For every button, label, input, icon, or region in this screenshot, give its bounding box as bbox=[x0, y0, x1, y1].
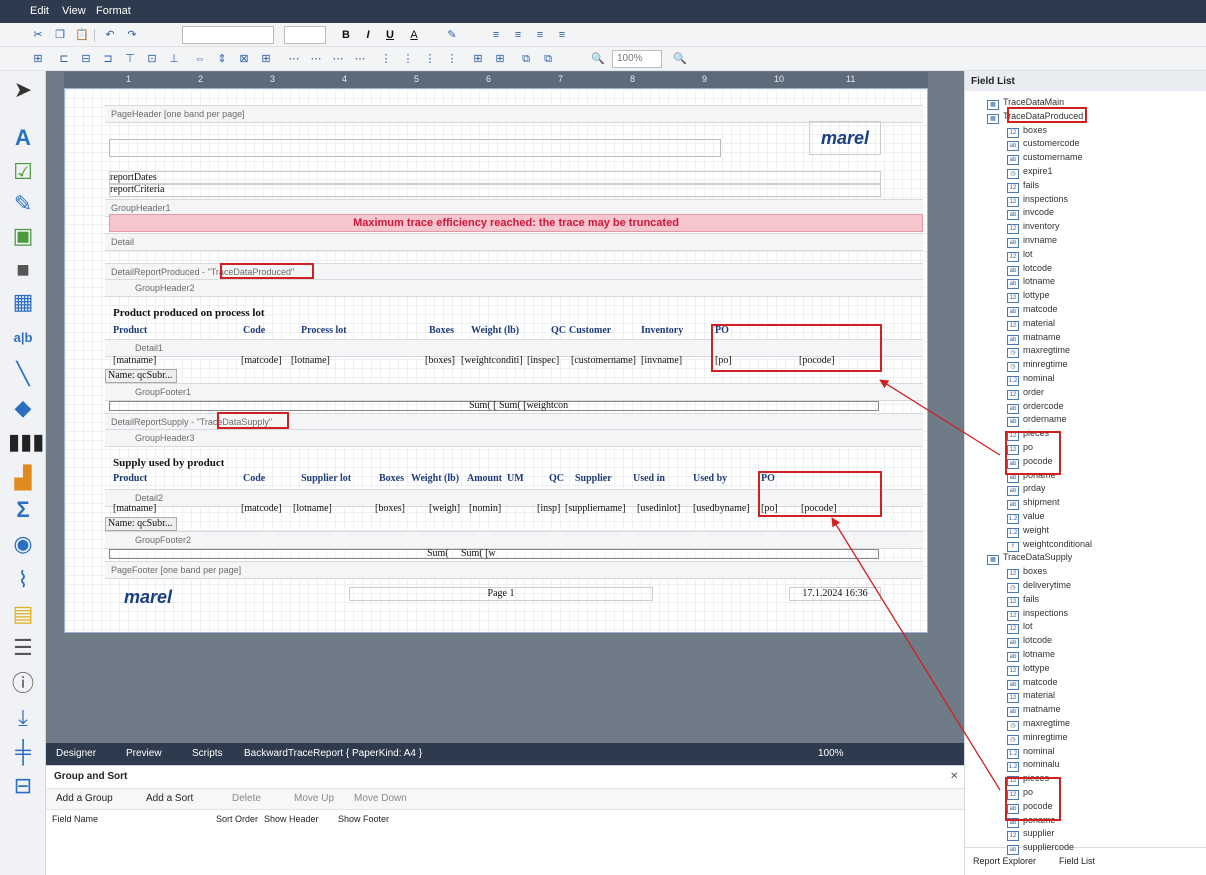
annotation-arrows bbox=[831, 379, 1001, 791]
arrow-supply bbox=[831, 517, 1001, 791]
arrow-produced bbox=[879, 379, 1001, 456]
